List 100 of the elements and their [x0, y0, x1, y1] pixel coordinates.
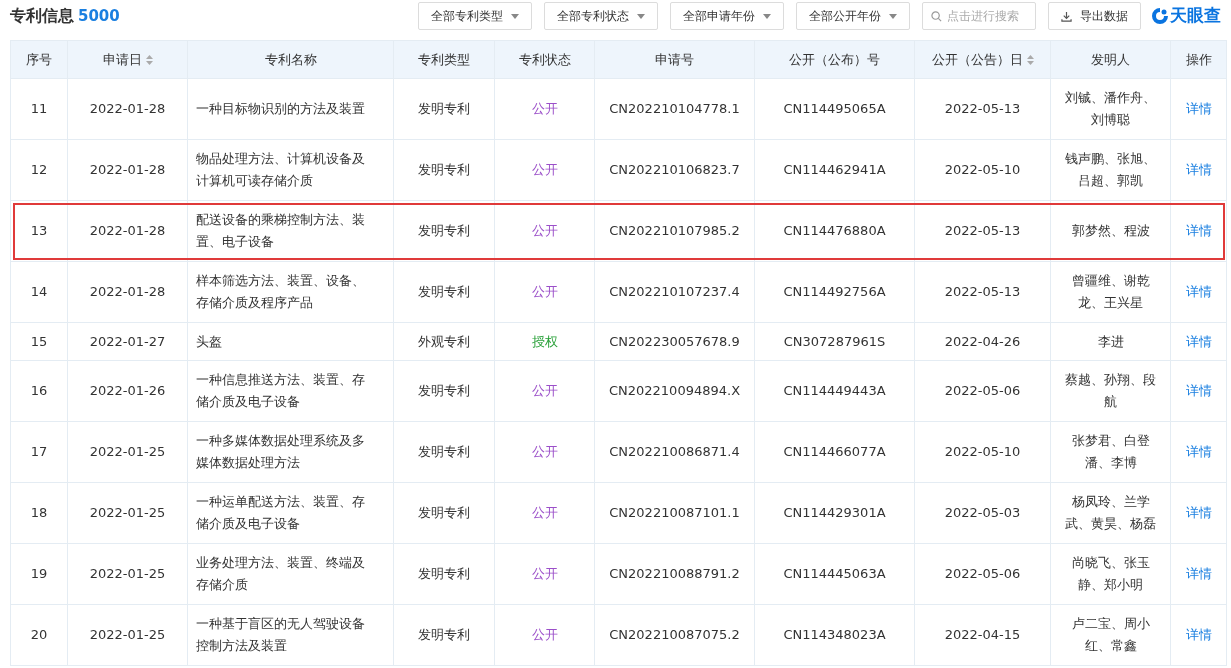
table-cell-text: 发明专利 — [418, 565, 470, 584]
filter-dropdown[interactable]: 全部专利类型 — [418, 2, 532, 30]
table-cell-text: CN202210107237.4 — [609, 283, 740, 302]
table-cell-text: CN202210088791.2 — [609, 565, 740, 584]
table-cell-text: 2022-05-06 — [944, 565, 1021, 584]
table-cell-text: CN202210106823.7 — [609, 161, 740, 180]
column-header: 公开（公布）号 — [789, 50, 880, 69]
patent-name: 一种运单配送方法、装置、存储介质及电子设备 — [196, 493, 366, 533]
table-cell-text: 13 — [30, 222, 48, 241]
table-cell-text: 16 — [30, 382, 48, 401]
details-link[interactable]: 详情 — [1185, 503, 1212, 523]
table-cell-text: 2022-05-13 — [944, 222, 1021, 241]
table-cell-text: CN114429301A — [783, 504, 886, 523]
logo-text: 天眼查 — [1170, 4, 1221, 28]
status-label: 公开 — [531, 382, 558, 401]
filter-dropdown[interactable]: 全部公开年份 — [796, 2, 910, 30]
table-cell-text: 2022-05-10 — [944, 161, 1021, 180]
table-cell-text: 2022-01-25 — [89, 443, 166, 462]
details-link[interactable]: 详情 — [1185, 221, 1212, 241]
table-cell-text: CN202210086871.4 — [609, 443, 740, 462]
details-link[interactable]: 详情 — [1185, 442, 1212, 462]
table-cell-text: 2022-01-28 — [89, 222, 166, 241]
table-cell-text: 2022-05-13 — [944, 100, 1021, 119]
status-label: 公开 — [531, 504, 558, 523]
table-cell-text: 2022-01-25 — [89, 626, 166, 645]
column-header: 发明人 — [1091, 50, 1130, 69]
column-header: 申请号 — [655, 50, 694, 69]
table-cell-text: 外观专利 — [418, 332, 470, 351]
search-icon — [931, 11, 942, 22]
patent-name: 头盔 — [196, 332, 223, 351]
patent-name: 一种基于盲区的无人驾驶设备控制方法及装置 — [196, 615, 366, 655]
table-cell-text: 2022-04-15 — [944, 626, 1021, 645]
inventor-names: 尚晓飞、张玉静、郑小明 — [1070, 554, 1151, 594]
status-label: 公开 — [531, 161, 558, 180]
export-button[interactable]: 导出数据 — [1048, 2, 1141, 30]
table-cell-text: CN202210087075.2 — [609, 626, 740, 645]
details-link[interactable]: 详情 — [1185, 331, 1212, 352]
search-field[interactable]: 点击进行搜索 — [922, 2, 1036, 30]
table-cell-text: 2022-05-06 — [944, 382, 1021, 401]
sort-icon[interactable] — [1026, 54, 1034, 65]
table-cell-text: 发明专利 — [418, 100, 470, 119]
filter-dropdown[interactable]: 全部专利状态 — [544, 2, 658, 30]
table-cell-text: CN202210087101.1 — [609, 504, 740, 523]
inventor-names: 张梦君、白登潘、李博 — [1070, 432, 1151, 472]
table-cell-text: 发明专利 — [418, 504, 470, 523]
patent-name: 一种信息推送方法、装置、存储介质及电子设备 — [196, 371, 366, 411]
table-cell-text: CN114348023A — [783, 626, 886, 645]
table-cell-text: 2022-04-26 — [944, 332, 1021, 351]
table-cell-text: 发明专利 — [418, 161, 470, 180]
column-header: 公开（公告）日 — [931, 50, 1023, 69]
patent-name: 一种多媒体数据处理系统及多媒体数据处理方法 — [196, 432, 366, 472]
column-header: 操作 — [1185, 50, 1212, 69]
table-cell-text: CN114492756A — [783, 283, 886, 302]
details-link[interactable]: 详情 — [1185, 564, 1212, 584]
inventor-names: 卢二宝、周小红、常鑫 — [1070, 615, 1151, 655]
details-link[interactable]: 详情 — [1185, 282, 1212, 302]
table-cell-text: CN202230057678.9 — [609, 332, 740, 351]
table-cell-text: 发明专利 — [418, 443, 470, 462]
caret-icon — [637, 13, 645, 19]
table-cell-text: 20 — [30, 626, 48, 645]
filter-dropdown[interactable]: 全部申请年份 — [670, 2, 784, 30]
table-cell-text: 2022-01-28 — [89, 161, 166, 180]
details-link[interactable]: 详情 — [1185, 99, 1212, 119]
caret-icon — [889, 13, 897, 19]
table-cell-text: CN307287961S — [783, 332, 886, 351]
patent-name: 配送设备的乘梯控制方法、装置、电子设备 — [196, 211, 366, 251]
inventor-names: 钱声鹏、张旭、吕超、郭凯 — [1064, 150, 1157, 190]
column-header: 序号 — [26, 50, 52, 69]
inventor-names: 曾疆维、谢乾龙、王兴星 — [1070, 272, 1151, 312]
table-cell-text: CN202210104778.1 — [609, 100, 740, 119]
status-label: 公开 — [531, 222, 558, 241]
table-cell-text: 2022-01-25 — [89, 504, 166, 523]
table-cell-text: CN114462941A — [783, 161, 886, 180]
column-header: 专利类型 — [418, 50, 470, 69]
status-label: 公开 — [531, 100, 558, 119]
inventor-names: 郭梦然、程波 — [1070, 222, 1151, 240]
table-cell-text: CN114449443A — [783, 382, 886, 401]
logo-icon — [1151, 7, 1169, 25]
details-link[interactable]: 详情 — [1185, 160, 1212, 180]
details-link[interactable]: 详情 — [1185, 625, 1212, 645]
table-cell-text: 14 — [30, 283, 48, 302]
table-cell-text: 11 — [30, 100, 48, 119]
table-cell-text: 发明专利 — [418, 283, 470, 302]
table-cell-text: 发明专利 — [418, 626, 470, 645]
table-cell-text: CN114445063A — [783, 565, 886, 584]
inventor-names: 刘铖、潘作舟、刘博聪 — [1064, 89, 1157, 129]
table-cell-text: 2022-05-13 — [944, 283, 1021, 302]
table-cell-text: 15 — [30, 332, 48, 351]
table-cell-text: 19 — [30, 565, 48, 584]
status-label: 公开 — [531, 626, 558, 645]
patent-name: 一种目标物识别的方法及装置 — [196, 100, 366, 118]
details-link[interactable]: 详情 — [1185, 381, 1212, 401]
section-title: 专利信息 — [10, 5, 74, 27]
table-cell-text: CN114476880A — [783, 222, 886, 241]
table-cell-text: 18 — [30, 504, 48, 523]
table-cell-text: 2022-01-27 — [89, 332, 166, 351]
table-cell-text: CN202210094894.X — [608, 382, 741, 401]
sort-icon[interactable] — [145, 54, 153, 65]
table-cell-text: 17 — [30, 443, 48, 462]
status-label: 公开 — [531, 283, 558, 302]
